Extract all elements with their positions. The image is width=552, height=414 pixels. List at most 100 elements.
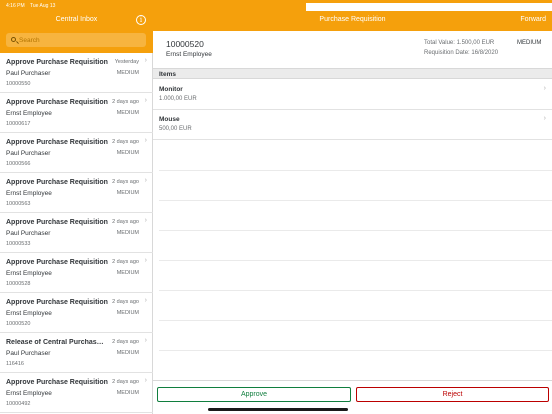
search-icon bbox=[11, 37, 16, 42]
item-number: 10000563 bbox=[6, 201, 31, 207]
object-requester: Ernst Employee bbox=[166, 51, 212, 58]
battery-level: 100% bbox=[314, 207, 327, 213]
detail-pane: 100% Purchase Requisition Forward 100005… bbox=[153, 0, 552, 414]
inbox-list: Approve Purchase Requisition Yesterday ›… bbox=[0, 53, 153, 414]
list-item[interactable]: Approve Purchase Requisition 2 days ago … bbox=[0, 133, 153, 173]
item-title: Approve Purchase Requisition bbox=[6, 139, 108, 146]
chevron-right-icon: › bbox=[144, 97, 147, 104]
empty-row-divider bbox=[159, 320, 552, 321]
line-item-value: 1.000,00 EUR bbox=[159, 96, 197, 102]
item-number: 10000492 bbox=[6, 401, 31, 407]
forward-button[interactable]: Forward bbox=[520, 16, 546, 23]
item-number: 10000617 bbox=[6, 121, 31, 127]
list-item[interactable]: Approve Purchase Requisition 2 days ago … bbox=[0, 213, 153, 253]
line-item-name: Mouse bbox=[159, 116, 180, 123]
line-item-value: 500,00 EUR bbox=[159, 126, 192, 132]
search-field[interactable] bbox=[6, 33, 146, 47]
status-bar-right: 100% bbox=[153, 0, 552, 414]
list-item[interactable]: Approve Purchase Requisition 2 days ago … bbox=[0, 373, 153, 413]
item-number: 10000528 bbox=[6, 281, 31, 287]
detail-title: Purchase Requisition bbox=[319, 16, 386, 23]
item-time: 2 days ago bbox=[112, 219, 139, 225]
wifi-icon bbox=[306, 208, 312, 212]
item-title: Approve Purchase Requisition bbox=[6, 59, 108, 66]
item-time: 2 days ago bbox=[112, 299, 139, 305]
empty-row-divider bbox=[159, 290, 552, 291]
empty-row-divider bbox=[159, 170, 552, 171]
chevron-right-icon: › bbox=[144, 57, 147, 64]
items-section-header: Items bbox=[153, 68, 552, 79]
item-priority: MEDIUM bbox=[116, 190, 139, 196]
reject-button[interactable]: Reject bbox=[356, 387, 549, 402]
requisition-date: Requisition Date: 16/8/2020 bbox=[424, 50, 499, 56]
items-section-label: Items bbox=[159, 70, 176, 78]
footer-toolbar: Approve Reject bbox=[153, 380, 552, 414]
item-priority: MEDIUM bbox=[116, 350, 139, 356]
chevron-right-icon: › bbox=[144, 297, 147, 304]
item-number: 116416 bbox=[6, 361, 24, 367]
line-item[interactable]: Monitor 1.000,00 EUR › bbox=[153, 80, 552, 110]
chevron-right-icon: › bbox=[144, 337, 147, 344]
battery-icon bbox=[328, 208, 338, 212]
line-item[interactable]: Mouse 500,00 EUR › bbox=[153, 110, 552, 140]
search-input[interactable] bbox=[19, 35, 139, 45]
item-number: 10000520 bbox=[6, 321, 31, 327]
line-item-name: Monitor bbox=[159, 86, 183, 93]
list-item[interactable]: Approve Purchase Requisition 2 days ago … bbox=[0, 253, 153, 293]
chevron-right-icon: › bbox=[144, 377, 147, 384]
item-creator: Ernst Employee bbox=[6, 310, 52, 317]
item-time: 2 days ago bbox=[112, 259, 139, 265]
info-icon[interactable]: i bbox=[136, 15, 146, 25]
list-item[interactable]: Approve Purchase Requisition 2 days ago … bbox=[0, 173, 153, 213]
item-number: 10000566 bbox=[6, 161, 31, 167]
item-time: Yesterday bbox=[114, 59, 139, 65]
master-pane: 4:16 PM Tue Aug 13 Central Inbox i Appro… bbox=[0, 0, 552, 414]
approve-button[interactable]: Approve bbox=[157, 387, 351, 402]
item-title: Approve Purchase Requisition bbox=[6, 259, 108, 266]
detail-header: Purchase Requisition Forward bbox=[153, 11, 552, 31]
app-window: 4:16 PM Tue Aug 13 Central Inbox i Appro… bbox=[0, 0, 552, 414]
item-creator: Paul Purchaser bbox=[6, 230, 51, 237]
chevron-right-icon: › bbox=[144, 177, 147, 184]
empty-row-divider bbox=[159, 230, 552, 231]
item-priority: MEDIUM bbox=[116, 270, 139, 276]
empty-row-divider bbox=[159, 260, 552, 261]
item-creator: Ernst Employee bbox=[6, 270, 52, 277]
item-creator: Paul Purchaser bbox=[6, 70, 51, 77]
chevron-right-icon: › bbox=[543, 85, 546, 92]
item-title: Approve Purchase Requisition bbox=[6, 219, 108, 226]
chevron-right-icon: › bbox=[144, 217, 147, 224]
item-time: 2 days ago bbox=[112, 179, 139, 185]
list-item[interactable]: Approve Purchase Requisition 2 days ago … bbox=[0, 93, 153, 133]
item-title: Approve Purchase Requisition bbox=[6, 299, 108, 306]
item-priority: MEDIUM bbox=[116, 70, 139, 76]
item-time: 2 days ago bbox=[112, 379, 139, 385]
search-bar bbox=[0, 31, 153, 53]
item-number: 10000533 bbox=[6, 241, 31, 247]
item-number: 10000550 bbox=[6, 81, 31, 87]
object-id: 10000520 bbox=[166, 39, 204, 49]
item-title: Release of Central Purchase... bbox=[6, 339, 106, 346]
object-header: 10000520 Ernst Employee Total Value: 1.5… bbox=[153, 31, 552, 68]
chevron-right-icon: › bbox=[144, 257, 147, 264]
list-item[interactable]: Release of Central Purchase... 2 days ag… bbox=[0, 333, 153, 373]
item-creator: Paul Purchaser bbox=[6, 150, 51, 157]
total-value: Total Value: 1.500,00 EUR bbox=[424, 40, 495, 46]
master-title: Central Inbox bbox=[55, 16, 98, 23]
item-priority: MEDIUM bbox=[116, 110, 139, 116]
item-priority: MEDIUM bbox=[116, 150, 139, 156]
list-item[interactable]: Approve Purchase Requisition Yesterday ›… bbox=[0, 53, 153, 93]
empty-row-divider bbox=[159, 350, 552, 351]
item-priority: MEDIUM bbox=[116, 310, 139, 316]
item-time: 2 days ago bbox=[112, 99, 139, 105]
object-priority: MEDIUM bbox=[517, 40, 542, 46]
chevron-right-icon: › bbox=[543, 115, 546, 122]
item-creator: Ernst Employee bbox=[6, 390, 52, 397]
home-indicator[interactable] bbox=[208, 408, 348, 411]
item-time: 2 days ago bbox=[112, 139, 139, 145]
item-creator: Ernst Employee bbox=[6, 110, 52, 117]
item-title: Approve Purchase Requisition bbox=[6, 379, 108, 386]
list-item[interactable]: Approve Purchase Requisition 2 days ago … bbox=[0, 293, 153, 333]
item-creator: Paul Purchaser bbox=[6, 350, 51, 357]
chevron-right-icon: › bbox=[144, 137, 147, 144]
